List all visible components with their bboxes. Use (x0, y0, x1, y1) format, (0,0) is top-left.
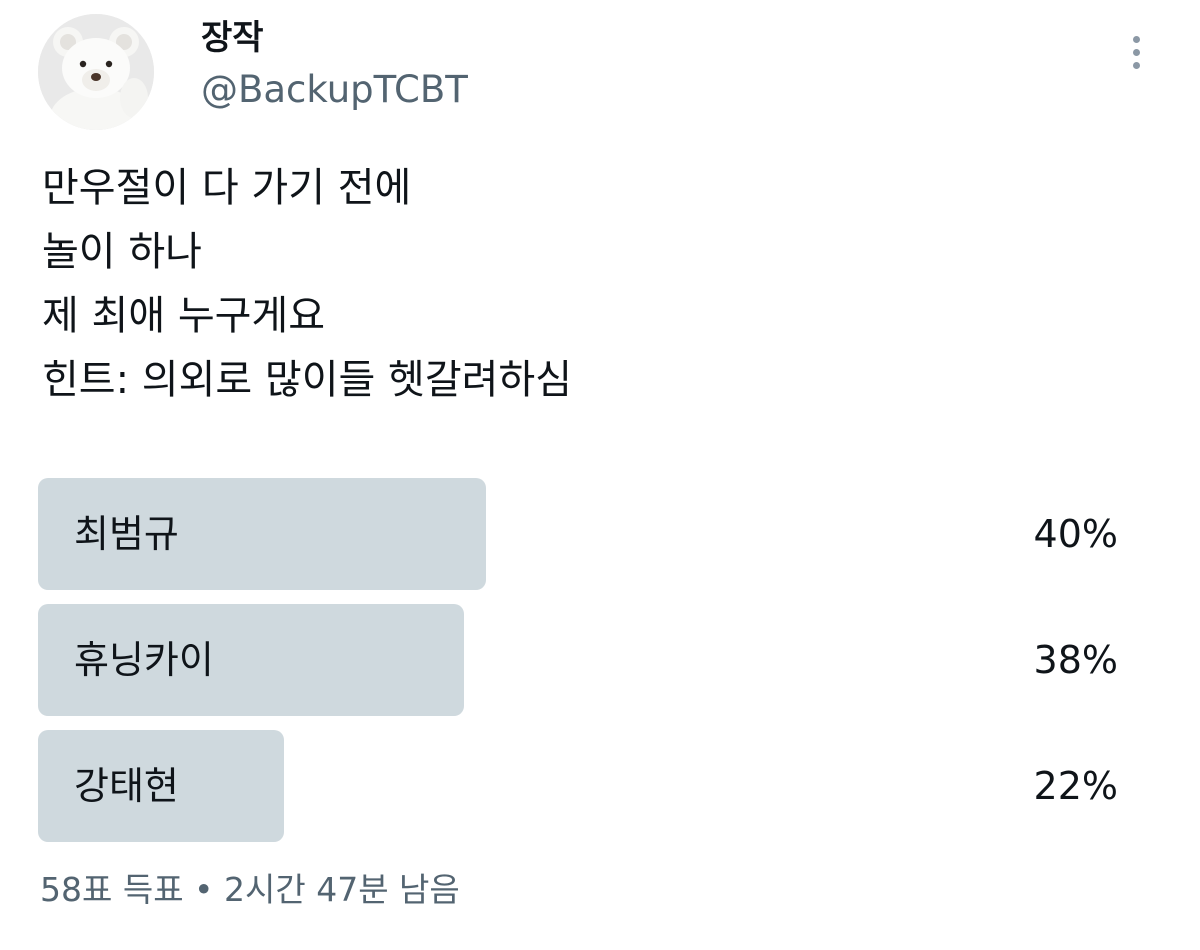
tweet-line: 놀이 하나 (42, 229, 202, 275)
more-options-button[interactable] (1116, 28, 1158, 76)
poll-option-label: 최범규 (74, 512, 179, 556)
more-icon-dot (1133, 36, 1140, 43)
poll-option[interactable]: 강태현 22% (38, 730, 1128, 842)
poll-option[interactable]: 휴닝카이 38% (38, 604, 1128, 716)
user-handle[interactable]: @BackupTCBT (201, 66, 468, 114)
poll: 최범규 40% 휴닝카이 38% 강태현 22% (38, 478, 1128, 856)
avatar[interactable] (38, 14, 154, 130)
poll-option-percent: 38% (1033, 638, 1118, 682)
teddy-bear-icon (38, 14, 154, 130)
poll-option-percent: 22% (1033, 764, 1118, 808)
poll-option[interactable]: 최범규 40% (38, 478, 1128, 590)
poll-option-label: 강태현 (74, 764, 179, 808)
poll-meta: 58표 득표 • 2시간 47분 남음 (40, 870, 460, 909)
display-name[interactable]: 장작 (201, 16, 264, 60)
tweet-text: 만우절이 다 가기 전에 놀이 하나 제 최애 누구게요 힌트: 의외로 많이들… (42, 156, 1142, 412)
more-icon-dot (1133, 62, 1140, 69)
tweet-line: 제 최애 누구게요 (42, 293, 326, 339)
poll-option-percent: 40% (1033, 512, 1118, 556)
tweet-line: 힌트: 의외로 많이들 헷갈려하심 (42, 357, 573, 403)
poll-option-label: 휴닝카이 (74, 638, 214, 682)
tweet-line: 만우절이 다 가기 전에 (42, 165, 412, 211)
more-icon-dot (1133, 49, 1140, 56)
